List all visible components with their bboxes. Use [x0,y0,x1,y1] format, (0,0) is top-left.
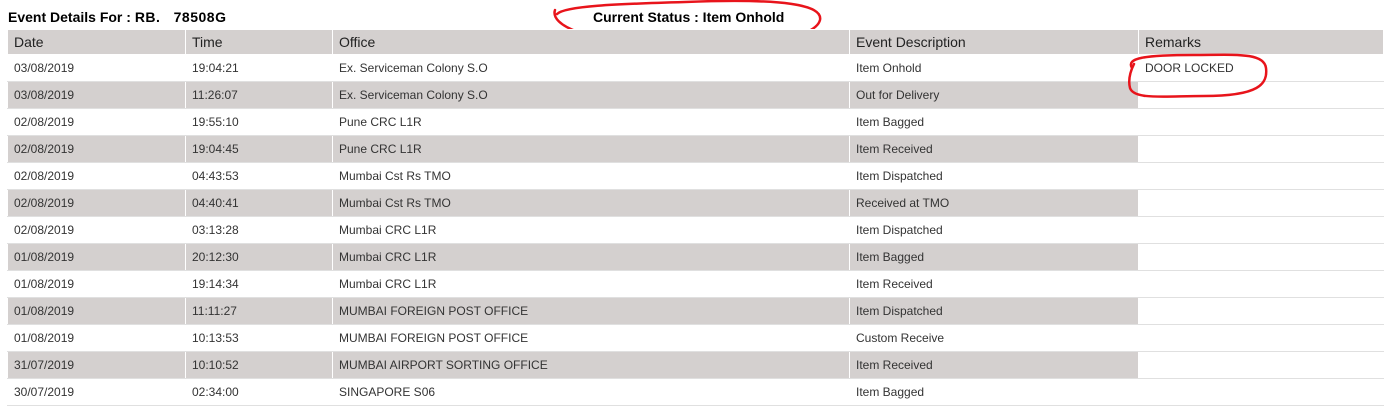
cell-time: 11:11:27 [185,297,333,325]
cell-event-description: Item Received [849,351,1139,379]
cell-office: Pune CRC L1R [332,108,850,136]
cell-office: Mumbai CRC L1R [332,243,850,271]
cell-remarks [1138,351,1384,379]
cell-date: 01/08/2019 [7,270,186,298]
cell-date: 02/08/2019 [7,135,186,163]
event-rows: 03/08/2019 19:04:21 Ex. Serviceman Colony … [7,54,1384,406]
cell-date: 01/08/2019 [7,297,186,325]
cell-remarks [1138,108,1384,136]
cell-office: Mumbai Cst Rs TMO [332,189,850,217]
column-header-office: Office [332,29,850,55]
cell-remarks [1138,243,1384,271]
cell-office: Mumbai CRC L1R [332,270,850,298]
cell-date: 03/08/2019 [7,54,186,82]
table-row: 01/08/2019 10:13:53 MUMBAI FOREIGN POST OF… [7,324,1384,352]
cell-time: 19:04:45 [185,135,333,163]
cell-time: 03:13:28 [185,216,333,244]
cell-date: 02/08/2019 [7,162,186,190]
cell-time: 10:10:52 [185,351,333,379]
cell-date: 01/08/2019 [7,243,186,271]
cell-date: 02/08/2019 [7,189,186,217]
cell-time: 19:55:10 [185,108,333,136]
cell-remarks [1138,378,1384,406]
table-row: 02/08/2019 03:13:28 Mumbai CRC L1R Item Dis… [7,216,1384,244]
cell-time: 02:34:00 [185,378,333,406]
cell-date: 03/08/2019 [7,81,186,109]
cell-time: 04:43:53 [185,162,333,190]
column-header-event-description: Event Description [849,29,1139,55]
cell-remarks [1138,81,1384,109]
table-header-row: Date Time Office Event Description Remar… [7,29,1384,55]
cell-office: Ex. Serviceman Colony S.O [332,81,850,109]
cell-office: MUMBAI FOREIGN POST OFFICE [332,324,850,352]
cell-office: Mumbai CRC L1R [332,216,850,244]
cell-event-description: Item Dispatched [849,297,1139,325]
event-table: Date Time Office Event Description Remar… [7,29,1384,406]
tracking-number: RB. 78508G [134,9,227,25]
cell-event-description: Item Bagged [849,243,1139,271]
cell-time: 19:14:34 [185,270,333,298]
cell-remarks [1138,189,1384,217]
table-row: 30/07/2019 02:34:00 SINGAPORE S06 Item Bagg… [7,378,1384,406]
cell-remarks [1138,270,1384,298]
event-details-heading: Event Details For : RB. 78508G [8,9,226,25]
column-header-time: Time [185,29,333,55]
cell-time: 19:04:21 [185,54,333,82]
cell-remarks: DOOR LOCKED [1138,54,1384,82]
column-header-remarks: Remarks [1138,29,1384,55]
cell-event-description: Item Dispatched [849,162,1139,190]
cell-event-description: Item Received [849,270,1139,298]
cell-event-description: Custom Receive [849,324,1139,352]
cell-time: 11:26:07 [185,81,333,109]
cell-office: Pune CRC L1R [332,135,850,163]
cell-event-description: Received at TMO [849,189,1139,217]
table-row: 31/07/2019 10:10:52 MUMBAI AIRPORT SORTING… [7,351,1384,379]
current-status: Current Status : Item Onhold [593,9,785,25]
cell-event-description: Out for Delivery [849,81,1139,109]
table-row: 01/08/2019 11:11:27 MUMBAI FOREIGN POST OF… [7,297,1384,325]
table-row: 01/08/2019 19:14:34 Mumbai CRC L1R Item Rec… [7,270,1384,298]
table-row: 03/08/2019 11:26:07 Ex. Serviceman Colony … [7,81,1384,109]
cell-date: 01/08/2019 [7,324,186,352]
cell-date: 30/07/2019 [7,378,186,406]
cell-event-description: Item Bagged [849,378,1139,406]
table-row: 02/08/2019 19:55:10 Pune CRC L1R Item Bagge… [7,108,1384,136]
table-row: 03/08/2019 19:04:21 Ex. Serviceman Colony … [7,54,1384,82]
table-row: 02/08/2019 04:43:53 Mumbai Cst Rs TMO Item … [7,162,1384,190]
cell-event-description: Item Dispatched [849,216,1139,244]
column-header-date: Date [7,29,186,55]
cell-date: 31/07/2019 [7,351,186,379]
cell-office: MUMBAI FOREIGN POST OFFICE [332,297,850,325]
event-details-label: Event Details For : [8,9,131,25]
cell-remarks [1138,324,1384,352]
table-row: 02/08/2019 19:04:45 Pune CRC L1R Item Recei… [7,135,1384,163]
cell-remarks [1138,297,1384,325]
cell-date: 02/08/2019 [7,108,186,136]
cell-office: Mumbai Cst Rs TMO [332,162,850,190]
cell-remarks [1138,135,1384,163]
cell-office: SINGAPORE S06 [332,378,850,406]
cell-remarks [1138,216,1384,244]
cell-office: MUMBAI AIRPORT SORTING OFFICE [332,351,850,379]
tracking-header: Event Details For : RB. 78508G Current S… [0,0,1386,30]
cell-time: 04:40:41 [185,189,333,217]
cell-time: 20:12:30 [185,243,333,271]
cell-date: 02/08/2019 [7,216,186,244]
cell-event-description: Item Received [849,135,1139,163]
table-row: 02/08/2019 04:40:41 Mumbai Cst Rs TMO Recei… [7,189,1384,217]
cell-time: 10:13:53 [185,324,333,352]
cell-event-description: Item Onhold [849,54,1139,82]
cell-event-description: Item Bagged [849,108,1139,136]
table-row: 01/08/2019 20:12:30 Mumbai CRC L1R Item Bag… [7,243,1384,271]
cell-office: Ex. Serviceman Colony S.O [332,54,850,82]
cell-remarks [1138,162,1384,190]
